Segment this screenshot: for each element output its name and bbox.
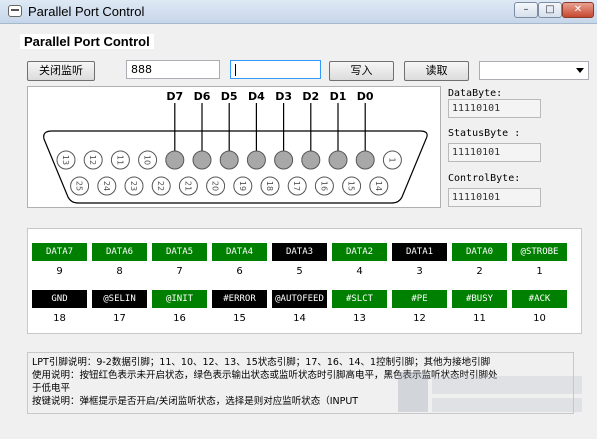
pin-number-label: 18 [53,313,66,324]
pin-toggle-button[interactable]: @SELIN [92,290,147,308]
pin-number-label: 3 [416,266,423,277]
pin-number: 21 [183,181,192,191]
controlbyte-label: ControlByte: [448,173,521,184]
pin-number-label: 12 [413,313,426,324]
window-title: Parallel Port Control [28,4,145,19]
databyte-value: 11110101 [448,99,541,118]
pin-toggle-button[interactable]: #ERROR [212,290,267,308]
app-icon [8,5,22,17]
pin-toggle-button[interactable]: DATA0 [452,243,507,261]
read-button[interactable]: 读取 [404,61,469,81]
pin-number: 20 [211,181,220,191]
minimize-button[interactable]: – [514,2,538,18]
data-line-label: D1 [330,90,347,103]
pin-number: 23 [129,181,138,191]
pin-toggle-button[interactable]: #SLCT [332,290,387,308]
close-icon: ✕ [573,4,583,15]
pin-number-label: 9 [56,266,63,277]
maximize-button[interactable]: □ [538,2,562,18]
pin-number: 22 [156,181,165,191]
db25-connector-svg: 13 12 11 10 D7 D6 D5 D4 D3 D2 D1 D0 1 25 24 23 22 21 20 19 1… [43,90,428,204]
pin-number-label: 14 [293,313,306,324]
write-value-input[interactable] [230,60,321,79]
controlbyte-value: 11110101 [448,188,541,207]
pin-number: 19 [238,181,247,191]
statusbyte-value: 11110101 [448,143,541,162]
pin-number-label: 7 [176,266,183,277]
value-field[interactable]: 888 [126,60,220,79]
pin-number-label: 13 [353,313,366,324]
pin-number: 13 [61,155,70,165]
pin-number: 18 [265,181,274,191]
pin-circle [355,150,375,170]
statusbyte-label: StatusByte : [448,128,521,139]
pin-number: 14 [374,181,383,191]
pin-number: 17 [292,181,301,191]
pin-toggle-button[interactable]: DATA7 [32,243,87,261]
app-title: Parallel Port Control [20,34,154,49]
window-titlebar: Parallel Port Control – □ ✕ [0,0,597,24]
pin-number-label: 1 [536,266,543,277]
db25-connector-diagram: 13 12 11 10 D7 D6 D5 D4 D3 D2 D1 D0 1 25 24 23 22 21 20 19 1… [27,86,441,208]
pin-toggle-button[interactable]: @INIT [152,290,207,308]
pin-circle [246,150,266,170]
data-line-label: D2 [302,90,319,103]
pin-number-label: 4 [356,266,363,277]
pin-number-label: 17 [113,313,126,324]
pin-toggle-button[interactable]: @AUTOFEED [272,290,327,308]
pin-number: 16 [319,181,328,191]
pin-number: 25 [75,181,84,191]
pin-number: 10 [143,155,152,165]
pin-number-label: 16 [173,313,186,324]
data-line-label: D5 [221,90,238,103]
pin-circle [301,150,321,170]
write-button[interactable]: 写入 [329,61,394,81]
pin-number-label: 2 [476,266,483,277]
pin-toggle-button[interactable]: DATA5 [152,243,207,261]
pin-number: 1 [387,157,396,162]
data-line-label: D7 [166,90,183,103]
data-line-label: D3 [275,90,292,103]
pin-number-label: 15 [233,313,246,324]
pin-number-label: 6 [236,266,243,277]
data-line-label: D0 [357,90,374,103]
pin-circle [219,150,239,170]
pin-number-label: 10 [533,313,546,324]
data-line-label: D6 [194,90,211,103]
databyte-label: DataByte: [448,88,503,99]
site-watermark-logo [398,372,582,412]
pin-toggle-button[interactable]: #ACK [512,290,567,308]
pin-toggle-button[interactable]: DATA4 [212,243,267,261]
pin-circle [165,150,185,170]
data-line-label: D4 [248,90,265,103]
pin-toggle-button[interactable]: DATA6 [92,243,147,261]
maximize-icon: □ [545,4,555,15]
pin-circle [192,150,212,170]
pin-toggle-button[interactable]: DATA1 [392,243,447,261]
pin-toggle-button[interactable]: DATA3 [272,243,327,261]
pin-number: 24 [102,181,111,191]
pin-toggle-button[interactable]: GND [32,290,87,308]
pin-number: 11 [115,155,124,165]
chevron-down-icon [576,68,584,73]
close-button[interactable]: ✕ [562,2,594,18]
pin-number: 15 [347,181,356,191]
pin-number-label: 5 [296,266,303,277]
pin-toggle-button[interactable]: @STROBE [512,243,567,261]
pin-circle [328,150,348,170]
pin-number: 12 [88,155,97,165]
text-caret [235,64,236,76]
pin-toggle-button[interactable]: DATA2 [332,243,387,261]
pin-toggle-button[interactable]: #BUSY [452,290,507,308]
pin-circle [274,150,294,170]
pin-number-label: 11 [473,313,486,324]
close-monitor-button[interactable]: 关闭监听 [27,61,95,81]
pin-number-label: 8 [116,266,123,277]
port-select[interactable] [479,61,589,80]
pin-toggle-button[interactable]: #PE [392,290,447,308]
minimize-icon: – [523,4,529,15]
